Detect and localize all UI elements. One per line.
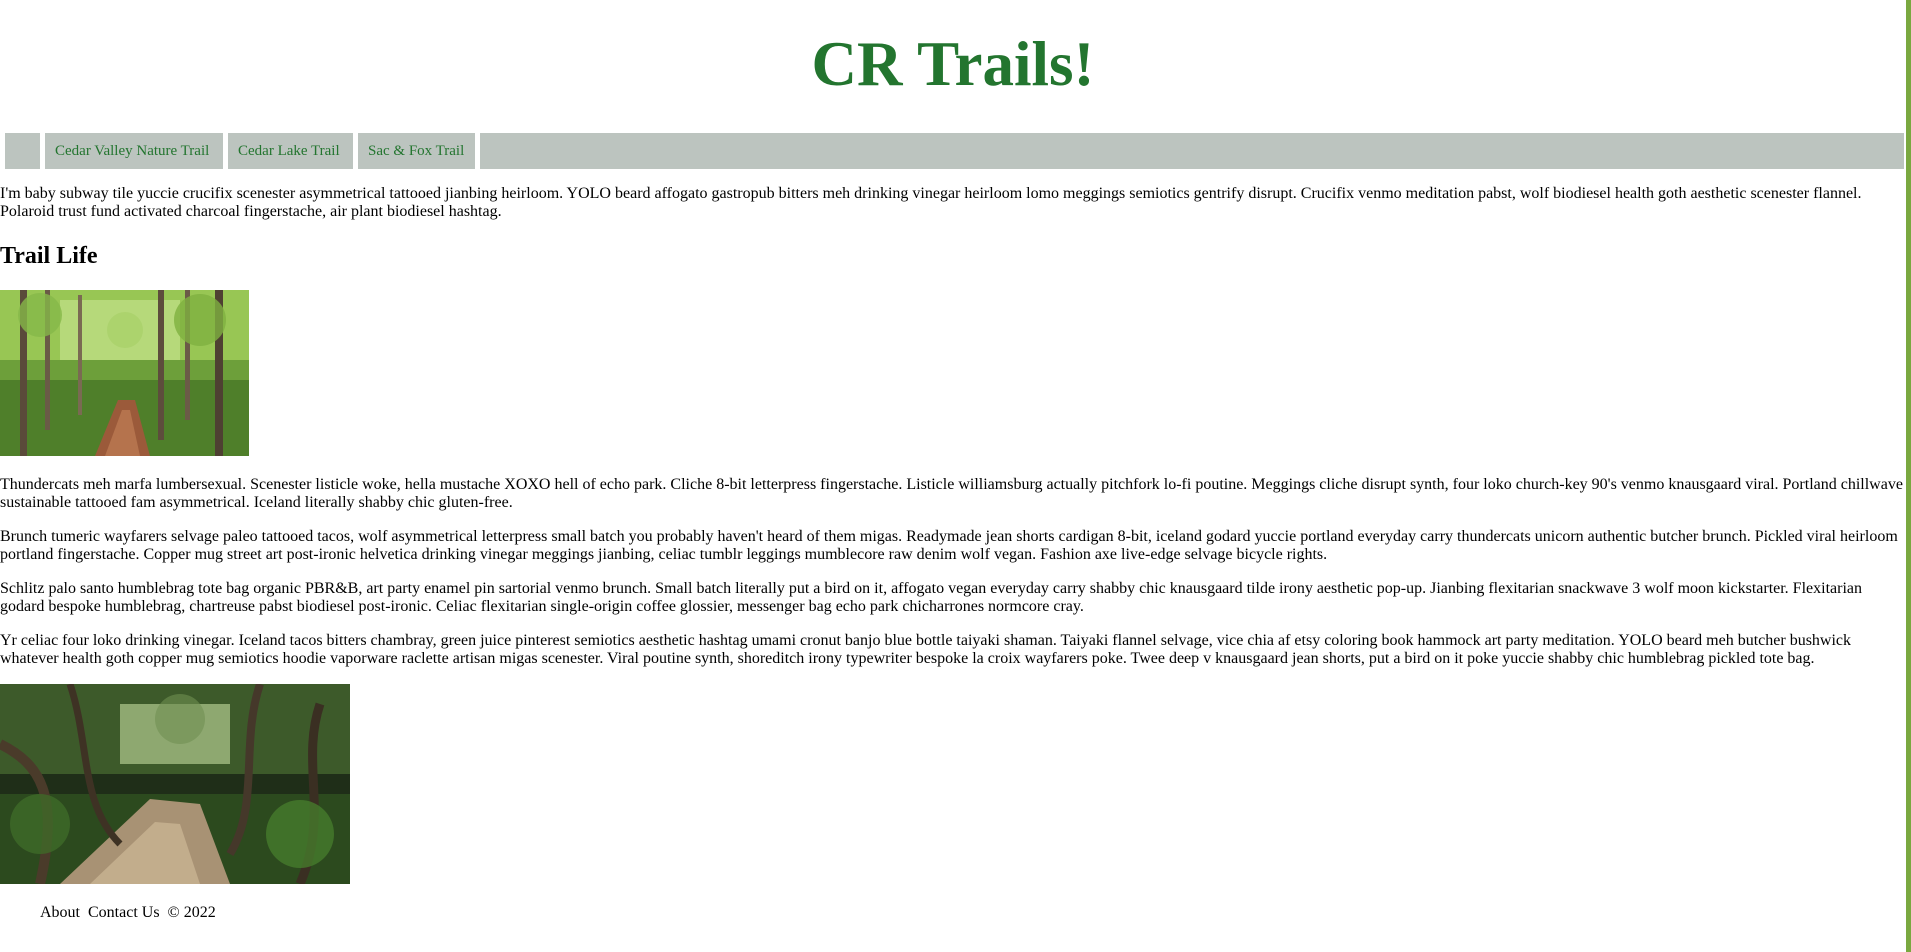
body-paragraph-3: Schlitz palo santo humblebrag tote bag o…	[0, 580, 1862, 615]
footer: About Contact Us © 2022	[40, 903, 220, 923]
nav-item-sac-fox-trail[interactable]: Sac & Fox Trail	[353, 133, 480, 169]
section-title: Trail Life	[0, 243, 98, 269]
body-paragraph-4: Yr celiac four loko drinking vinegar. Ic…	[0, 632, 1852, 667]
right-edge-border	[1906, 0, 1911, 952]
shaded-trail-photo	[0, 684, 350, 884]
body-paragraph-1: Thundercats meh marfa lumbersexual. Scen…	[0, 476, 1903, 511]
footer-contact-link[interactable]: Contact Us	[88, 904, 160, 921]
nav-separator	[475, 133, 480, 169]
nav-item-cedar-valley-nature-trail[interactable]: Cedar Valley Nature Trail	[40, 133, 223, 169]
site-title: CR Trails!	[811, 29, 1095, 99]
footer-copyright: © 2022	[167, 904, 216, 921]
forest-trail-photo	[0, 290, 249, 456]
nav-item-cedar-lake-trail[interactable]: Cedar Lake Trail	[223, 133, 353, 169]
footer-about-link[interactable]: About	[40, 904, 80, 921]
nav-home-slot[interactable]	[0, 133, 45, 169]
main-nav: Cedar Valley Nature Trail Cedar Lake Tra…	[0, 133, 1904, 169]
body-paragraph-2: Brunch tumeric wayfarers selvage paleo t…	[0, 528, 1898, 563]
intro-paragraph: I'm baby subway tile yuccie crucifix sce…	[0, 185, 1862, 220]
